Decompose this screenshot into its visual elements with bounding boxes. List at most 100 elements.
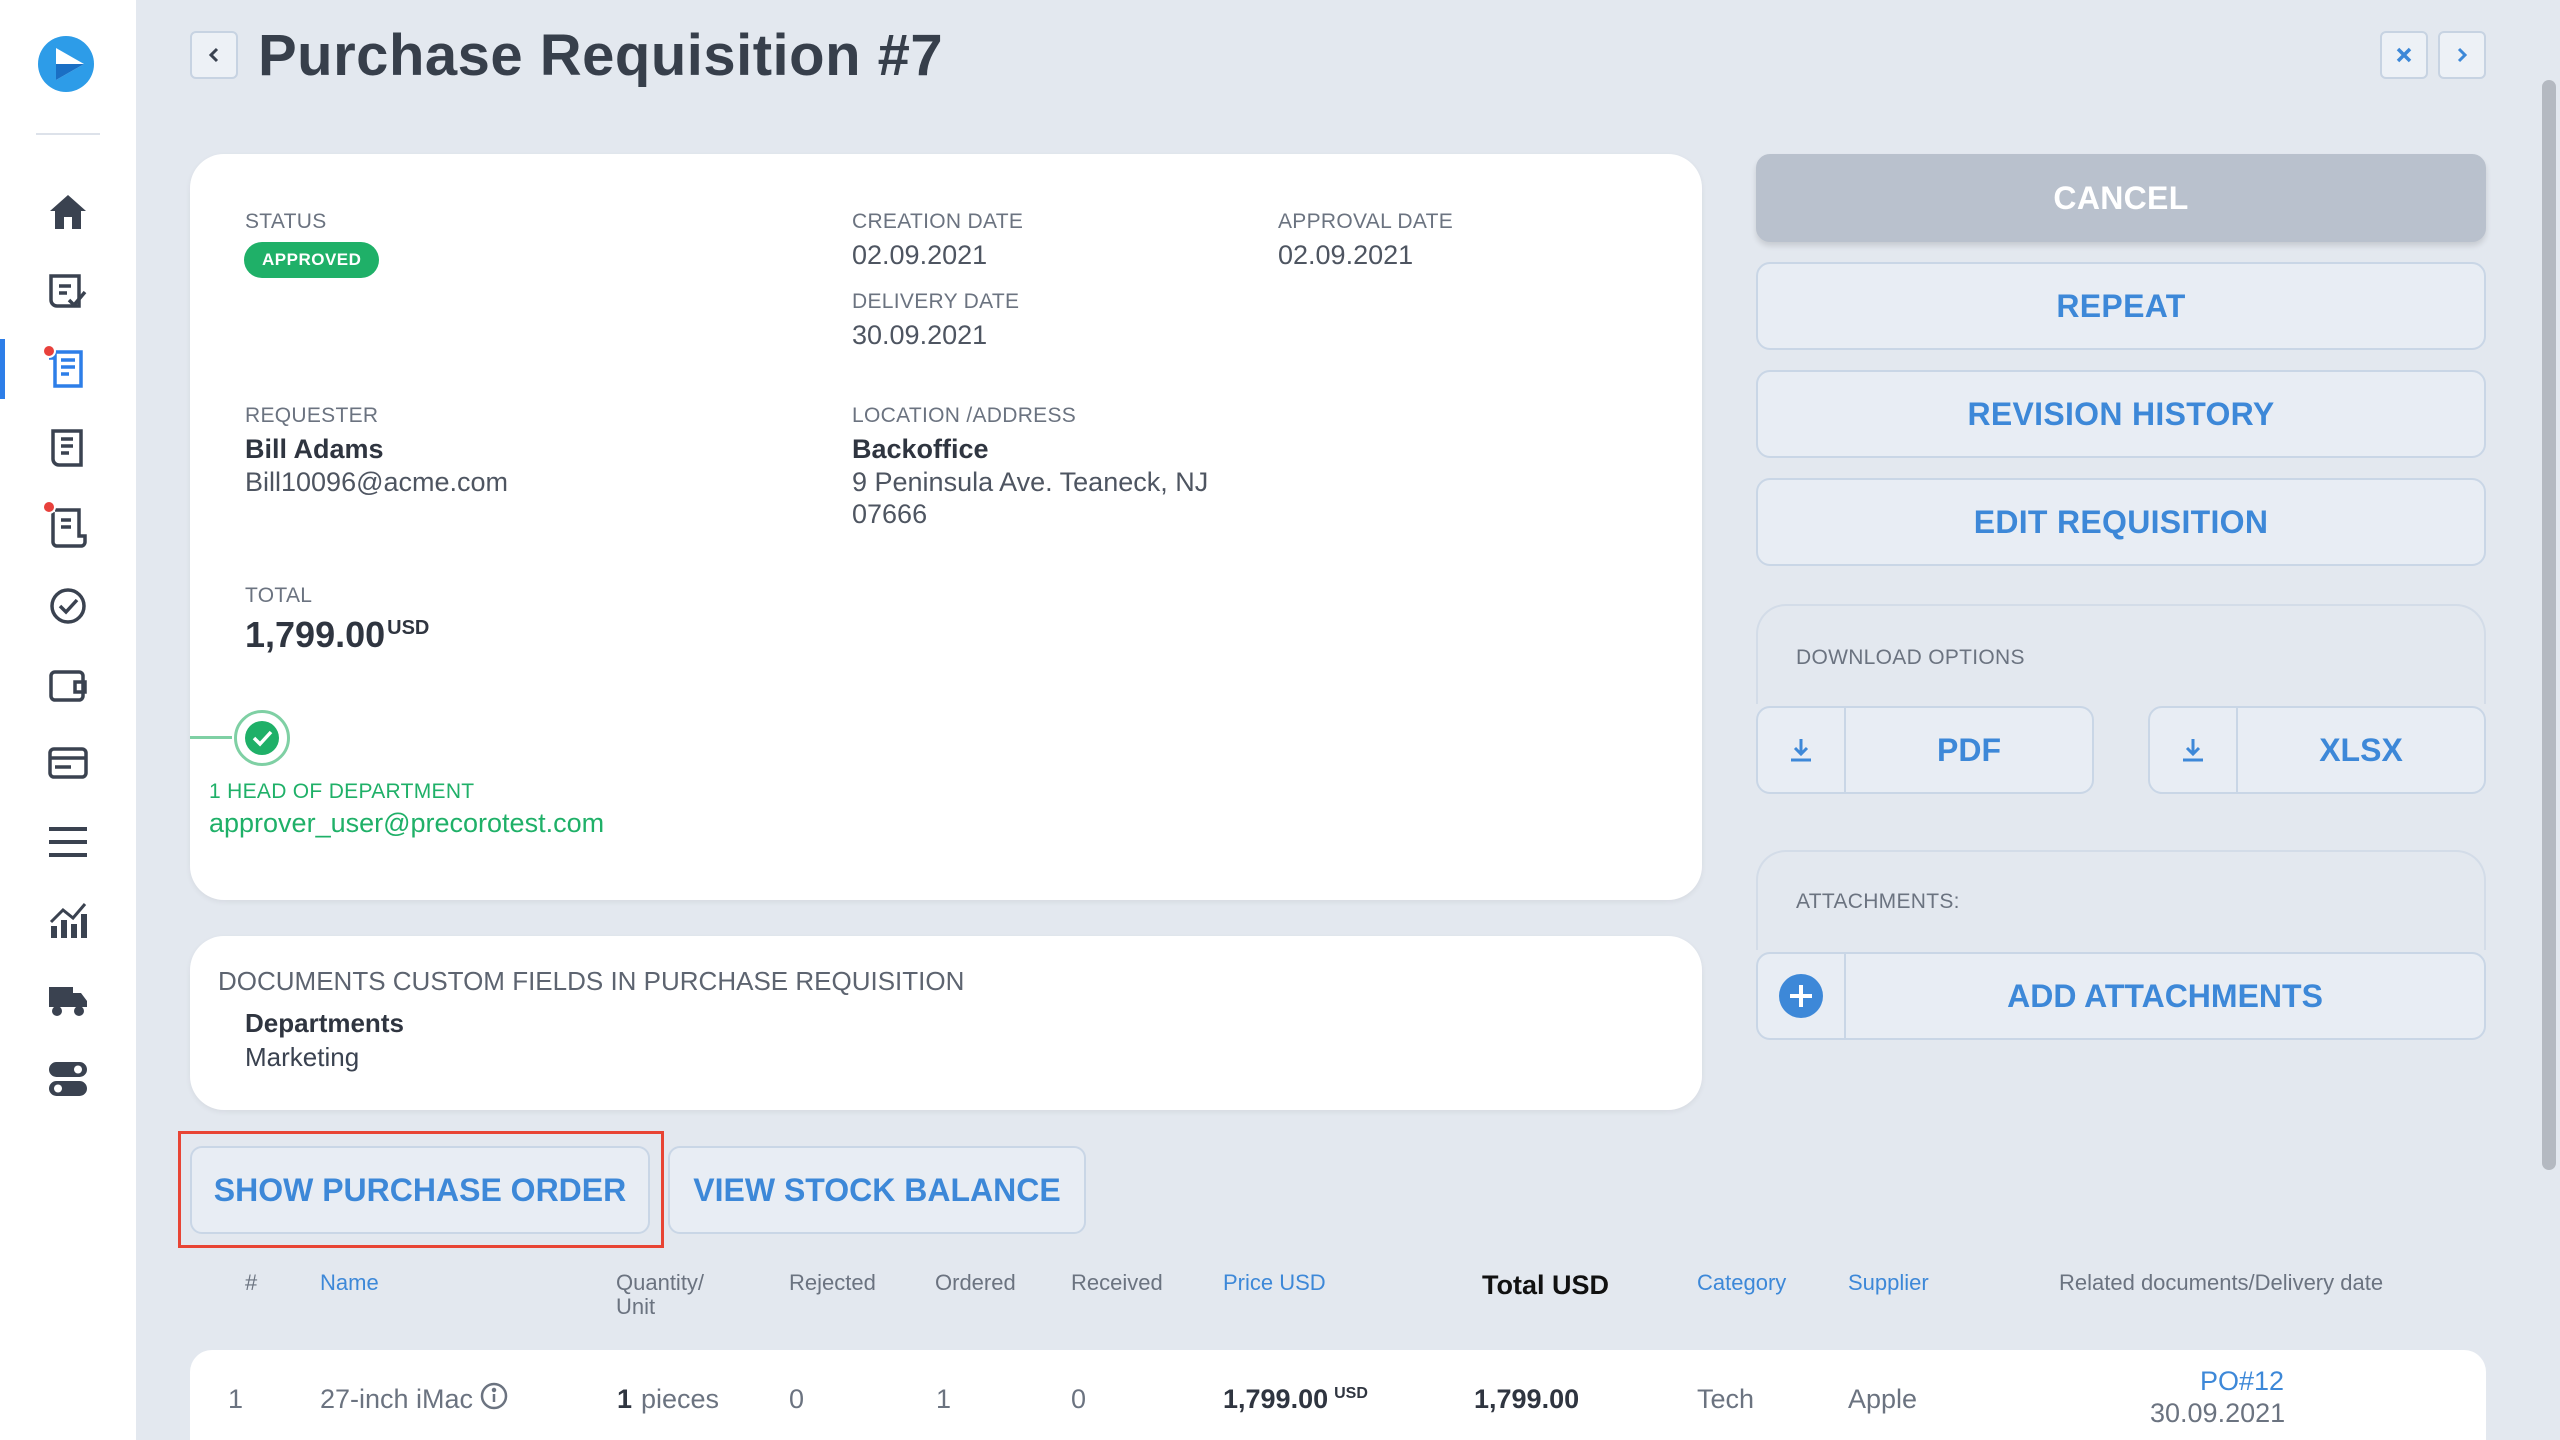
sidebar-item-home[interactable]	[0, 177, 136, 247]
requester-name: Bill Adams	[245, 434, 384, 464]
toggles-icon	[49, 1062, 87, 1096]
sidebar-item-orders[interactable]	[0, 413, 136, 483]
sidebar-item-analytics[interactable]	[0, 886, 136, 956]
revision-history-button[interactable]: REVISION HISTORY	[1756, 370, 2486, 458]
col-header-related-documents: Related documents/Delivery date	[2059, 1270, 2384, 1295]
chart-icon	[49, 903, 87, 938]
row-unit: pieces	[641, 1384, 720, 1414]
attachments-label: ATTACHMENTS:	[1796, 890, 1960, 913]
row-related-doc-link[interactable]: PO#12	[2200, 1366, 2284, 1397]
close-icon	[2396, 47, 2412, 63]
row-total: 1,799.00	[1474, 1384, 1580, 1414]
sidebar-item-invoices[interactable]	[0, 492, 136, 562]
custom-field-value: Marketing	[245, 1042, 360, 1072]
download-pdf-button[interactable]: PDF	[1756, 706, 2094, 794]
page-title: Purchase Requisition #7	[258, 23, 944, 88]
next-button[interactable]	[2438, 31, 2486, 79]
col-header-rejected: Rejected	[789, 1270, 876, 1295]
sidebar-item-suppliers[interactable]	[0, 965, 136, 1035]
approval-line	[190, 736, 232, 739]
location-address-line2: 07666	[852, 499, 928, 529]
col-header-supplier[interactable]: Supplier	[1848, 1270, 1929, 1296]
sidebar-item-catalog[interactable]	[0, 807, 136, 877]
card-icon	[48, 747, 88, 779]
row-number: 1	[228, 1384, 244, 1414]
check-icon	[245, 721, 279, 755]
row-delivery-date: 30.09.2021	[2150, 1398, 2286, 1428]
chevron-right-icon	[2457, 47, 2468, 63]
add-attachments-label: ADD ATTACHMENTS	[2007, 977, 2323, 1014]
delivery-date-label: DELIVERY DATE	[852, 290, 1020, 313]
row-price-value: 1,799.00	[1223, 1384, 1329, 1414]
close-button[interactable]	[2380, 31, 2428, 79]
sidebar-divider	[36, 133, 100, 135]
sidebar-item-payments[interactable]	[0, 728, 136, 798]
table-row[interactable]: 1 27-inch iMac 1 pieces 0 1 0 1,799.00 US…	[190, 1350, 2486, 1440]
view-stock-balance-button[interactable]: VIEW STOCK BALANCE	[668, 1146, 1086, 1234]
notification-dot	[42, 500, 56, 514]
app-logo[interactable]	[38, 36, 94, 92]
order-icon	[51, 429, 83, 467]
row-quantity: 1	[617, 1384, 633, 1414]
page-scrollbar[interactable]	[2540, 0, 2560, 1440]
row-price: 1,799.00 USD	[1223, 1384, 1368, 1415]
info-icon[interactable]	[480, 1382, 508, 1415]
scrollbar-thumb[interactable]	[2542, 80, 2556, 1170]
home-icon	[50, 195, 86, 229]
creation-date-label: CREATION DATE	[852, 210, 1024, 233]
row-category: Tech	[1697, 1384, 1755, 1414]
download-icon	[1791, 739, 1811, 762]
approval-step-indicator	[234, 710, 290, 766]
cancel-button[interactable]: CANCEL	[1756, 154, 2486, 242]
highlight-box	[178, 1131, 664, 1248]
notification-dot	[42, 344, 56, 358]
check-circle-icon	[50, 588, 86, 624]
row-item-name[interactable]: 27-inch iMac	[320, 1384, 473, 1415]
creation-date-value: 02.09.2021	[852, 240, 988, 270]
total-amount: 1,799.00 USD	[245, 614, 429, 656]
requester-label: REQUESTER	[245, 404, 379, 427]
custom-fields-title: DOCUMENTS CUSTOM FIELDS IN PURCHASE REQU…	[218, 966, 965, 996]
col-header-quantity: Quantity/	[616, 1270, 705, 1295]
col-header-name[interactable]: Name	[320, 1270, 379, 1296]
back-button[interactable]	[190, 31, 238, 79]
download-options-panel: DOWNLOAD OPTIONS	[1756, 604, 2486, 704]
col-header-price[interactable]: Price USD	[1223, 1270, 1326, 1296]
approver-role: 1 HEAD OF DEPARTMENT	[209, 780, 475, 803]
edit-requisition-button[interactable]: EDIT REQUISITION	[1756, 478, 2486, 566]
col-header-category[interactable]: Category	[1697, 1270, 1786, 1296]
total-value: 1,799.00	[245, 614, 386, 655]
custom-fields-card: DOCUMENTS CUSTOM FIELDS IN PURCHASE REQU…	[190, 936, 1702, 1110]
location-name: Backoffice	[852, 434, 989, 464]
approval-date-label: APPROVAL DATE	[1278, 210, 1454, 233]
sidebar-item-tasks[interactable]	[0, 571, 136, 641]
custom-field-label: Departments	[245, 1008, 404, 1038]
sidebar-item-budgets[interactable]	[0, 650, 136, 720]
sidebar-item-approvals[interactable]	[0, 256, 136, 326]
sidebar-item-settings[interactable]	[0, 1044, 136, 1114]
approver-email: approver_user@precorotest.com	[209, 808, 605, 838]
attachments-panel: ATTACHMENTS:	[1756, 850, 2486, 950]
add-attachments-button[interactable]: ADD ATTACHMENTS	[1756, 952, 2486, 1040]
wallet-icon	[49, 670, 87, 702]
repeat-button[interactable]: REPEAT	[1756, 262, 2486, 350]
sidebar-item-requisitions[interactable]	[0, 334, 136, 404]
download-xlsx-button[interactable]: XLSX	[2148, 706, 2486, 794]
row-supplier: Apple	[1848, 1384, 1918, 1414]
col-header-total: Total USD	[1482, 1270, 1609, 1300]
row-price-currency: USD	[1334, 1385, 1368, 1402]
row-rejected: 0	[789, 1384, 805, 1414]
row-received: 0	[1071, 1384, 1087, 1414]
col-header-received: Received	[1071, 1270, 1163, 1295]
approval-date-value: 02.09.2021	[1278, 240, 1414, 270]
location-address-line1: 9 Peninsula Ave. Teaneck, NJ	[852, 467, 1209, 497]
sidebar	[0, 0, 136, 1440]
row-ordered: 1	[936, 1384, 952, 1414]
download-options-label: DOWNLOAD OPTIONS	[1796, 646, 2025, 669]
pdf-label: PDF	[1937, 731, 2001, 768]
col-header-unit: Unit	[616, 1294, 656, 1319]
download-icon	[2183, 739, 2203, 762]
location-label: LOCATION /ADDRESS	[852, 404, 1077, 427]
document-check-icon	[49, 274, 87, 308]
col-header-number: #	[245, 1270, 258, 1295]
